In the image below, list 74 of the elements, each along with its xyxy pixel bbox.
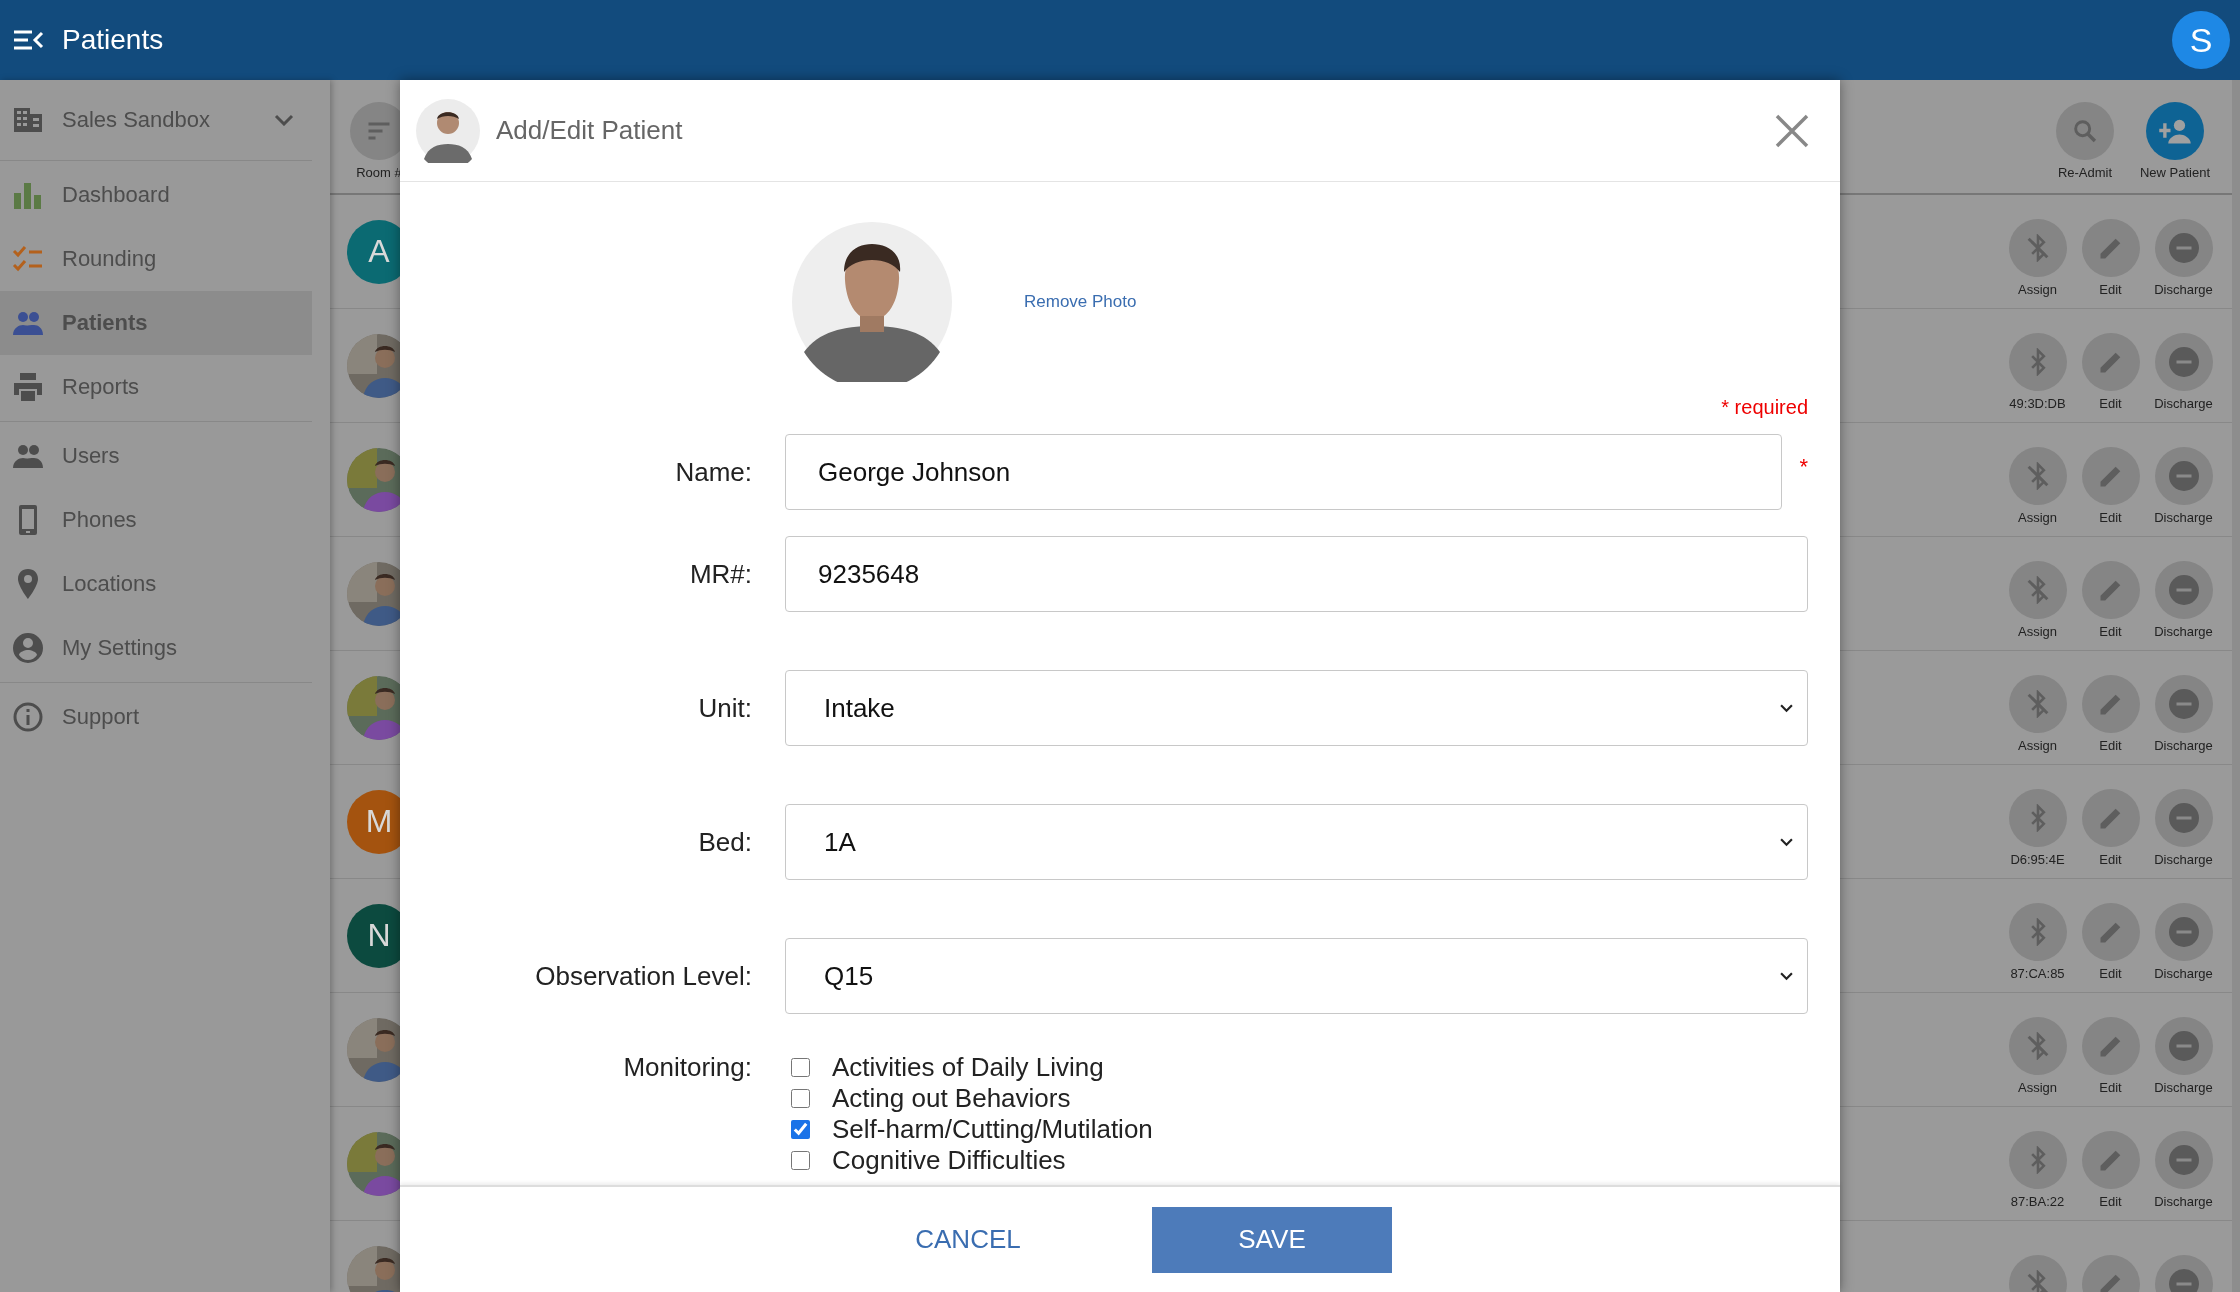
discharge-label: Discharge [2154,1193,2213,1209]
close-icon[interactable] [1774,112,1810,149]
chevron-down-icon [274,114,294,126]
field-label: Bed: [697,826,752,858]
discharge-label: Discharge [2154,851,2213,867]
option-label: Self-harm/Cutting/Mutilation [832,1114,1153,1145]
action-label: New Patient [2139,165,2211,180]
nav-item[interactable]: Rounding [0,227,312,291]
page-title: Patients [62,24,164,56]
edit-label: Edit [2099,1193,2122,1209]
edit-label: Edit [2099,737,2122,753]
discharge-label: Discharge [2154,737,2213,753]
edit-label: Edit [2099,965,2122,981]
nav-item[interactable]: Phones [0,488,312,552]
option-label: Activities of Daily Living [832,1052,1104,1083]
dropdown[interactable]: Q15 [785,938,1808,1014]
checkbox[interactable] [791,1058,810,1077]
dropdown[interactable]: Intake [785,670,1808,746]
field-label: Unit: [697,692,752,724]
device-label: Assign [2018,509,2057,525]
option-label: Acting out Behaviors [832,1083,1071,1114]
chevron-down-icon [1780,837,1793,847]
edit-label: Edit [2099,623,2122,639]
chevron-down-icon [1780,971,1793,981]
device-label: Assign [2018,623,2057,639]
nav-item[interactable]: Patients [0,291,312,355]
chevron-down-icon [1780,703,1793,713]
required-mark: * [1798,454,1808,480]
new-patient-button[interactable] [2146,102,2204,160]
device-label: Assign [2018,281,2057,297]
discharge-label: Discharge [2154,281,2213,297]
text-field[interactable]: George Johnson [785,434,1782,510]
search-icon [2071,117,2099,145]
field-label: Name: [674,456,752,488]
cancel-button[interactable]: CANCEL [893,1206,1043,1273]
edit-label: Edit [2099,509,2122,525]
text-field[interactable]: 9235648 [785,536,1808,612]
discharge-label: Discharge [2154,623,2213,639]
remove-photo-link[interactable]: Remove Photo [1024,292,1137,312]
device-label: 87:CA:85 [2010,965,2065,981]
dialog-title: Add/Edit Patient [496,115,683,146]
checkbox[interactable] [791,1120,810,1139]
discharge-label: Discharge [2154,1079,2213,1095]
checkbox[interactable] [791,1151,810,1170]
save-button[interactable]: SAVE [1152,1206,1392,1273]
discharge-label: Discharge [2154,965,2213,981]
device-label: D6:95:4E [2010,851,2065,867]
edit-label: Edit [2099,395,2122,411]
edit-label: Edit [2099,281,2122,297]
nav-item[interactable]: Users [0,424,312,488]
discharge-label: Discharge [2154,509,2213,525]
action-label: Re-Admit [2057,165,2113,180]
edit-label: Edit [2099,1079,2122,1095]
edit-label: Edit [2099,851,2122,867]
organization-selector[interactable]: Sales Sandbox [0,80,312,161]
nav-item[interactable]: Locations [0,552,312,616]
nav-item[interactable]: My Settings [0,616,312,680]
menu-icon[interactable] [12,28,44,52]
checkbox[interactable] [791,1089,810,1108]
field-label: MR#: [688,558,752,590]
device-label: Assign [2018,737,2057,753]
nav-item[interactable]: Support [0,685,312,749]
device-label: 49:3D:DB [2009,395,2066,411]
option-label: Cognitive Difficulties [832,1145,1066,1176]
dropdown[interactable]: 1A [785,804,1808,880]
user-avatar[interactable]: S [2172,11,2230,69]
nav-item[interactable]: Dashboard [0,163,312,227]
device-label: 87:BA:22 [2010,1193,2065,1209]
device-label: Assign [2018,1079,2057,1095]
field-label: Monitoring: [622,1052,752,1084]
nav-item[interactable]: Reports [0,355,312,419]
discharge-label: Discharge [2154,395,2213,411]
required-note: * required [1720,396,1809,420]
field-label: Observation Level: [534,960,752,992]
